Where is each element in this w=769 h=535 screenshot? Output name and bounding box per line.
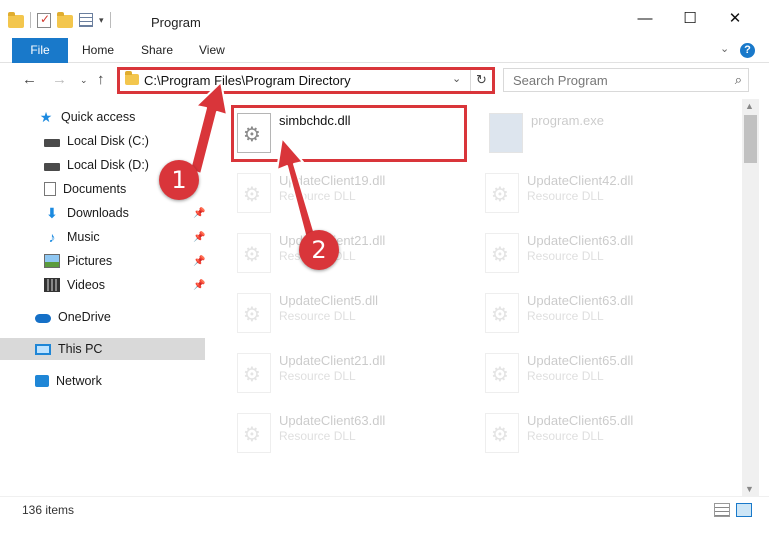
vertical-scrollbar[interactable]: ▲ ▼	[742, 99, 759, 496]
annotation-arrows	[189, 81, 317, 243]
details-view-icon[interactable]	[714, 503, 730, 517]
scroll-down-icon[interactable]: ▼	[745, 484, 754, 494]
step-2-badge: 2	[299, 230, 339, 270]
large-icons-view-icon[interactable]	[736, 503, 752, 517]
item-count: 136 items	[22, 503, 75, 517]
arrow-1-icon	[189, 81, 228, 175]
scroll-thumb[interactable]	[744, 115, 757, 163]
arrow-2-icon	[276, 137, 317, 243]
step-1-badge: 1	[159, 160, 199, 200]
scroll-up-icon[interactable]: ▲	[745, 101, 754, 111]
status-bar: 136 items	[0, 496, 769, 535]
